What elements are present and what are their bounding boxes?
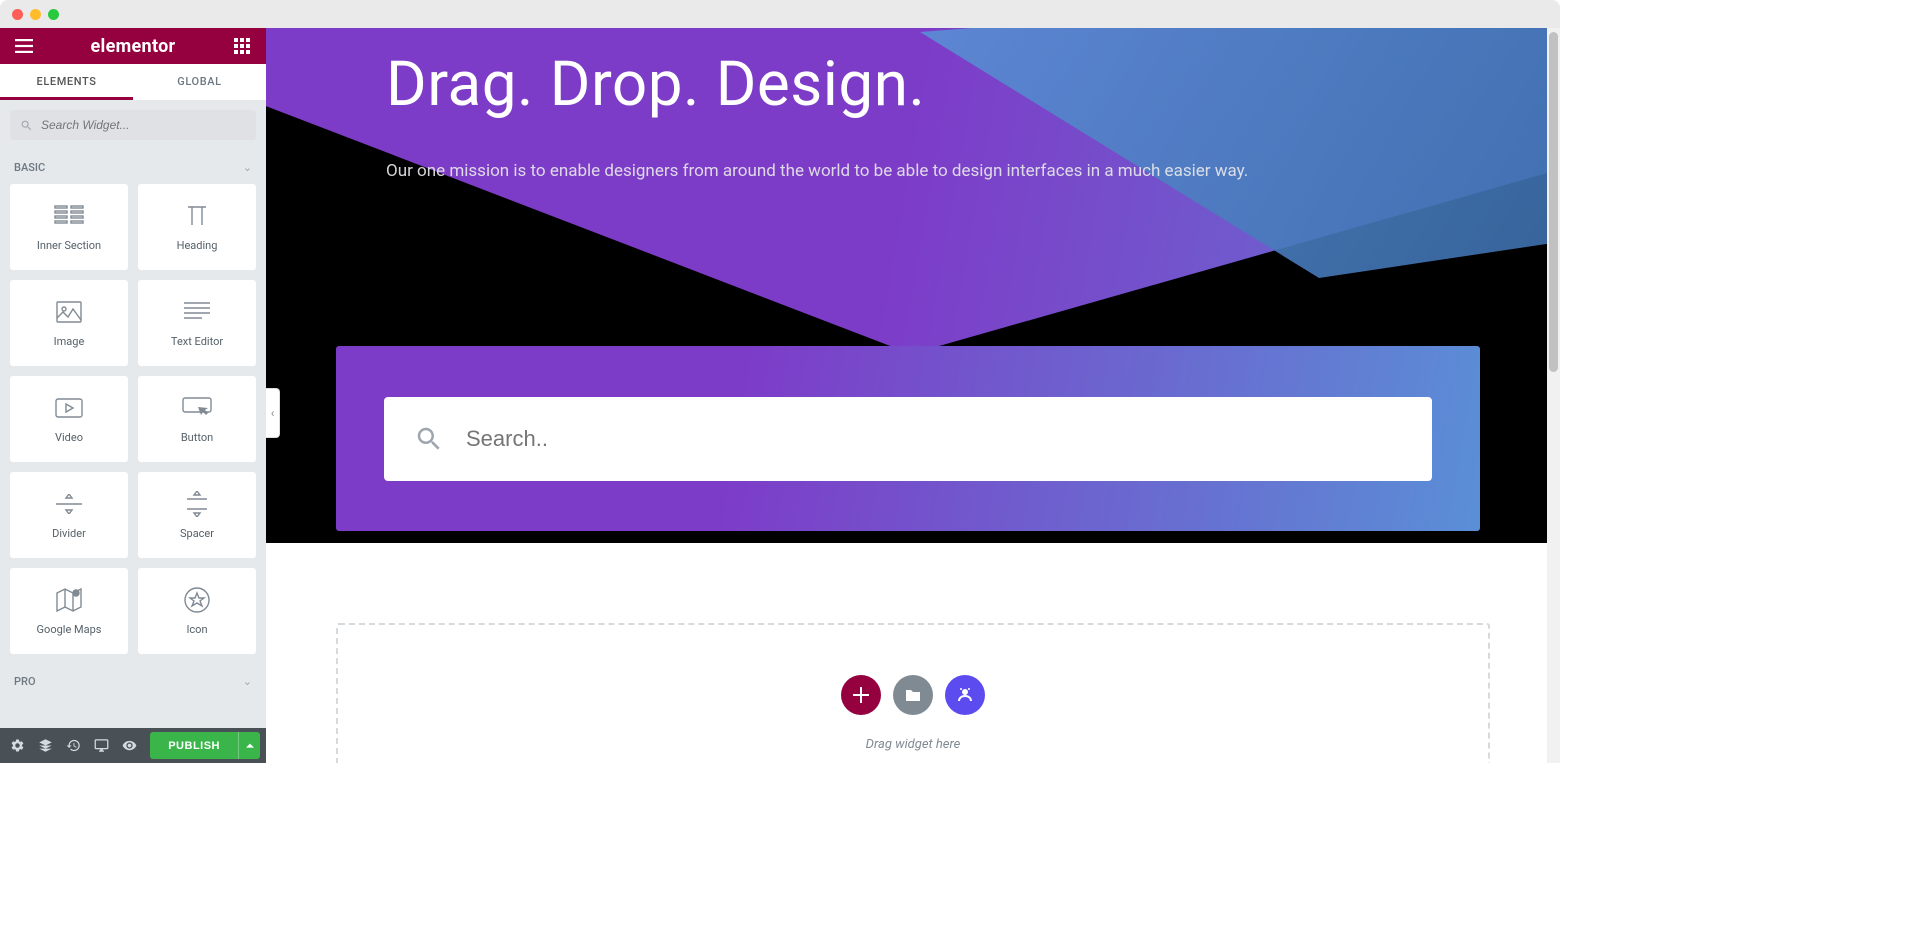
layers-icon bbox=[38, 738, 53, 753]
widget-heading[interactable]: Heading bbox=[138, 184, 256, 270]
widget-video[interactable]: Video bbox=[10, 376, 128, 462]
widget-label: Image bbox=[54, 335, 85, 348]
video-icon bbox=[55, 395, 83, 421]
template-library-button[interactable] bbox=[893, 675, 933, 715]
category-label: BASIC bbox=[14, 161, 45, 174]
widget-search-input[interactable] bbox=[41, 118, 246, 132]
widget-label: Inner Section bbox=[37, 239, 101, 252]
ai-button[interactable] bbox=[945, 675, 985, 715]
widget-image[interactable]: Image bbox=[10, 280, 128, 366]
panel-header: elementor bbox=[0, 28, 266, 64]
history-button[interactable] bbox=[62, 735, 84, 757]
tab-elements[interactable]: ELEMENTS bbox=[0, 64, 133, 100]
dropzone-hint: Drag widget here bbox=[866, 737, 961, 752]
history-icon bbox=[66, 738, 81, 753]
chevron-down-icon: ⌄ bbox=[243, 161, 252, 174]
widget-label: Heading bbox=[177, 239, 218, 252]
search-band-section[interactable] bbox=[336, 346, 1480, 531]
widgets-grid-button[interactable] bbox=[232, 36, 252, 56]
hero-subtitle[interactable]: Our one mission is to enable designers f… bbox=[386, 159, 1480, 185]
hero-section[interactable]: Drag. Drop. Design. Our one mission is t… bbox=[266, 28, 1560, 543]
search-icon bbox=[414, 424, 444, 454]
app-window: elementor ELEMENTS GLOBAL bbox=[0, 0, 1560, 763]
panel-footer: PUBLISH bbox=[0, 728, 266, 763]
widget-label: Icon bbox=[186, 623, 207, 636]
widget-text-editor[interactable]: Text Editor bbox=[138, 280, 256, 366]
widget-button[interactable]: Button bbox=[138, 376, 256, 462]
responsive-button[interactable] bbox=[90, 735, 112, 757]
widget-label: Google Maps bbox=[37, 623, 102, 636]
widget-icon[interactable]: Icon bbox=[138, 568, 256, 654]
empty-section-dropzone[interactable]: Drag widget here bbox=[336, 623, 1490, 763]
close-window-button[interactable] bbox=[12, 9, 23, 20]
widget-google-maps[interactable]: Google Maps bbox=[10, 568, 128, 654]
widget-label: Text Editor bbox=[171, 335, 223, 348]
widget-label: Video bbox=[55, 431, 83, 444]
maps-icon bbox=[56, 587, 82, 613]
traffic-lights bbox=[12, 9, 59, 20]
publish-options-button[interactable] bbox=[238, 732, 260, 759]
search-icon bbox=[20, 119, 33, 132]
panel-tabs: ELEMENTS GLOBAL bbox=[0, 64, 266, 100]
brand-logo: elementor bbox=[91, 36, 176, 57]
widget-spacer[interactable]: Spacer bbox=[138, 472, 256, 558]
spacer-icon bbox=[187, 491, 207, 517]
hamburger-icon bbox=[15, 39, 33, 53]
category-pro[interactable]: PRO ⌄ bbox=[0, 664, 266, 698]
chevron-down-icon: ⌄ bbox=[243, 675, 252, 688]
preview-button[interactable] bbox=[118, 735, 140, 757]
grid-icon bbox=[234, 38, 250, 54]
button-icon bbox=[182, 395, 212, 421]
editing-canvas: Drag. Drop. Design. Our one mission is t… bbox=[266, 28, 1560, 763]
widget-label: Divider bbox=[52, 527, 86, 540]
hero-title[interactable]: Drag. Drop. Design. bbox=[386, 48, 1480, 121]
category-basic[interactable]: BASIC ⌄ bbox=[0, 150, 266, 184]
navigator-button[interactable] bbox=[34, 735, 56, 757]
publish-button[interactable]: PUBLISH bbox=[150, 732, 238, 759]
mac-titlebar bbox=[0, 0, 1560, 28]
collapse-panel-handle[interactable]: ‹ bbox=[266, 388, 280, 438]
app-body: elementor ELEMENTS GLOBAL bbox=[0, 28, 1560, 763]
hero-search[interactable] bbox=[384, 397, 1432, 481]
plus-icon bbox=[853, 687, 869, 703]
add-section-button[interactable] bbox=[841, 675, 881, 715]
widget-inner-section[interactable]: Inner Section bbox=[10, 184, 128, 270]
divider-icon bbox=[56, 491, 82, 517]
widget-search-row bbox=[0, 100, 266, 150]
widget-label: Button bbox=[181, 431, 213, 444]
minimize-window-button[interactable] bbox=[30, 9, 41, 20]
folder-icon bbox=[905, 688, 921, 702]
dropzone-buttons bbox=[841, 675, 985, 715]
widgets-grid: Inner Section Heading Image Text Editor … bbox=[0, 184, 266, 664]
widget-search[interactable] bbox=[10, 110, 256, 140]
ai-icon bbox=[956, 686, 974, 704]
category-label: PRO bbox=[14, 675, 36, 688]
chevron-left-icon: ‹ bbox=[271, 406, 275, 420]
image-icon bbox=[56, 299, 82, 325]
widget-label: Spacer bbox=[180, 527, 214, 540]
star-icon bbox=[184, 587, 210, 613]
inner-section-icon bbox=[54, 203, 84, 229]
settings-button[interactable] bbox=[6, 735, 28, 757]
elements-panel: elementor ELEMENTS GLOBAL bbox=[0, 28, 266, 763]
eye-icon bbox=[122, 738, 137, 753]
maximize-window-button[interactable] bbox=[48, 9, 59, 20]
widget-divider[interactable]: Divider bbox=[10, 472, 128, 558]
gear-icon bbox=[10, 738, 25, 753]
menu-button[interactable] bbox=[14, 36, 34, 56]
publish-group: PUBLISH bbox=[150, 732, 260, 759]
caret-up-icon bbox=[246, 742, 254, 750]
desktop-icon bbox=[94, 738, 109, 753]
heading-icon bbox=[184, 203, 210, 229]
text-editor-icon bbox=[184, 299, 210, 325]
tab-global[interactable]: GLOBAL bbox=[133, 64, 266, 100]
hero-search-input[interactable] bbox=[466, 426, 1402, 452]
